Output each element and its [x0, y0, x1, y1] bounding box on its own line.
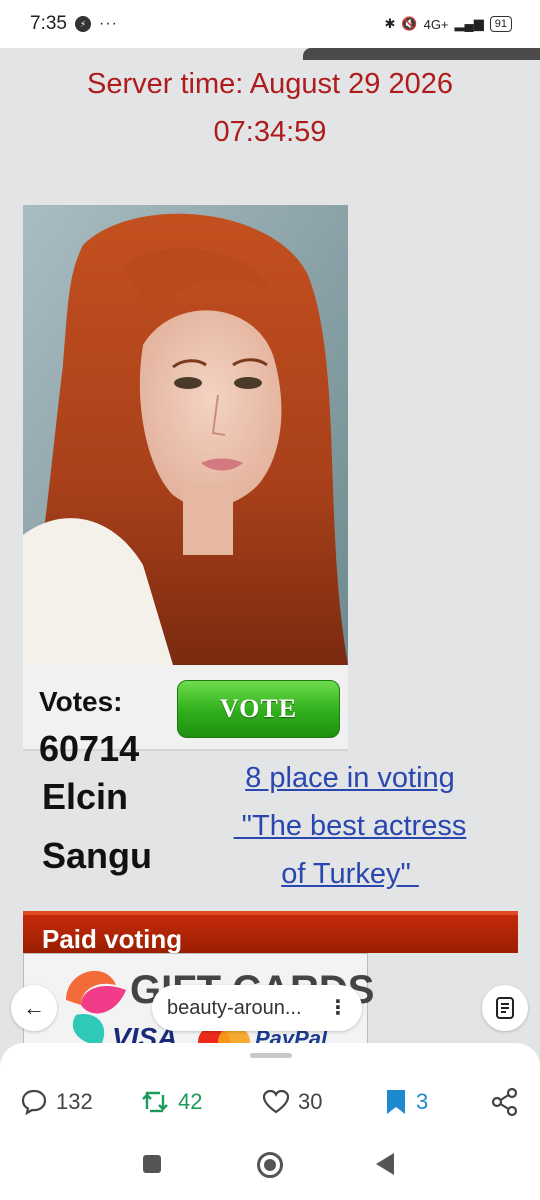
votes-label: Votes: [39, 686, 123, 717]
share-icon [491, 1087, 518, 1117]
votes-count: 60714 [39, 728, 140, 769]
bluetooth-icon: ✱ [384, 16, 396, 31]
more-notifications-icon: ··· [98, 15, 118, 32]
messenger-icon: ⚡ [74, 16, 91, 32]
share-button[interactable] [490, 1082, 520, 1122]
ranking-link-line2: "The best actress [233, 810, 467, 842]
signal-icon: ▂▄▆ [454, 16, 484, 31]
reader-mode-button[interactable] [482, 985, 528, 1031]
portrait-image [23, 205, 348, 665]
bookmark-icon [387, 1090, 405, 1114]
ranking-link-line1: 8 place in voting [245, 762, 455, 794]
retweets-count: 42 [178, 1089, 203, 1114]
heart-icon [262, 1089, 290, 1114]
mute-icon: 🔇 [401, 16, 418, 31]
bookmark-button[interactable]: 3 [384, 1082, 428, 1122]
comments-count: 132 [56, 1089, 93, 1114]
arrow-left-icon: ← [23, 995, 45, 1020]
like-button[interactable]: 30 [262, 1082, 322, 1122]
home-button[interactable] [257, 1152, 283, 1178]
network-type: 4G+ [423, 16, 449, 32]
browser-back-button[interactable]: ← [11, 985, 57, 1031]
url-text: beauty-aroun... [167, 996, 302, 1019]
likes-count: 30 [298, 1089, 323, 1114]
actress-first-name: Elcin [42, 776, 129, 817]
vote-button[interactable]: VOTE [177, 680, 340, 738]
post-actions: 132 42 30 3 [0, 1082, 540, 1122]
more-vertical-icon[interactable]: ⋮ [328, 995, 348, 1020]
server-time: Server time: August 29 2026 07:34:59 [0, 60, 540, 156]
comment-icon [21, 1089, 47, 1116]
recent-apps-button[interactable] [143, 1155, 161, 1173]
sheet-drag-handle[interactable] [250, 1053, 292, 1058]
server-time-clock: 07:34:59 [213, 116, 327, 148]
actress-photo[interactable] [23, 205, 348, 665]
actress-last-name: Sangu [42, 835, 153, 876]
status-time: 7:35 [30, 13, 67, 34]
ranking-link-line3: of Turkey" [281, 858, 419, 890]
comments-button[interactable]: 132 [20, 1082, 93, 1122]
reader-icon [496, 997, 514, 1019]
url-bar[interactable]: beauty-aroun... ⋮ [152, 985, 362, 1031]
retweet-button[interactable]: 42 [140, 1082, 202, 1122]
home-icon [264, 1159, 276, 1171]
paid-voting-label: Paid voting [42, 924, 183, 954]
battery-level: 91 [489, 16, 512, 32]
system-back-button[interactable] [376, 1153, 394, 1175]
retweet-icon [142, 1091, 168, 1113]
server-time-date: Server time: August 29 2026 [87, 68, 453, 100]
ranking-link[interactable]: 8 place in voting "The best actress of T… [195, 754, 505, 898]
bookmarks-count: 3 [416, 1089, 429, 1114]
page-header-tab [303, 48, 540, 60]
status-bar: 7:35 ⚡ ··· ✱ 🔇 4G+ ▂▄▆ 91 [0, 0, 540, 48]
